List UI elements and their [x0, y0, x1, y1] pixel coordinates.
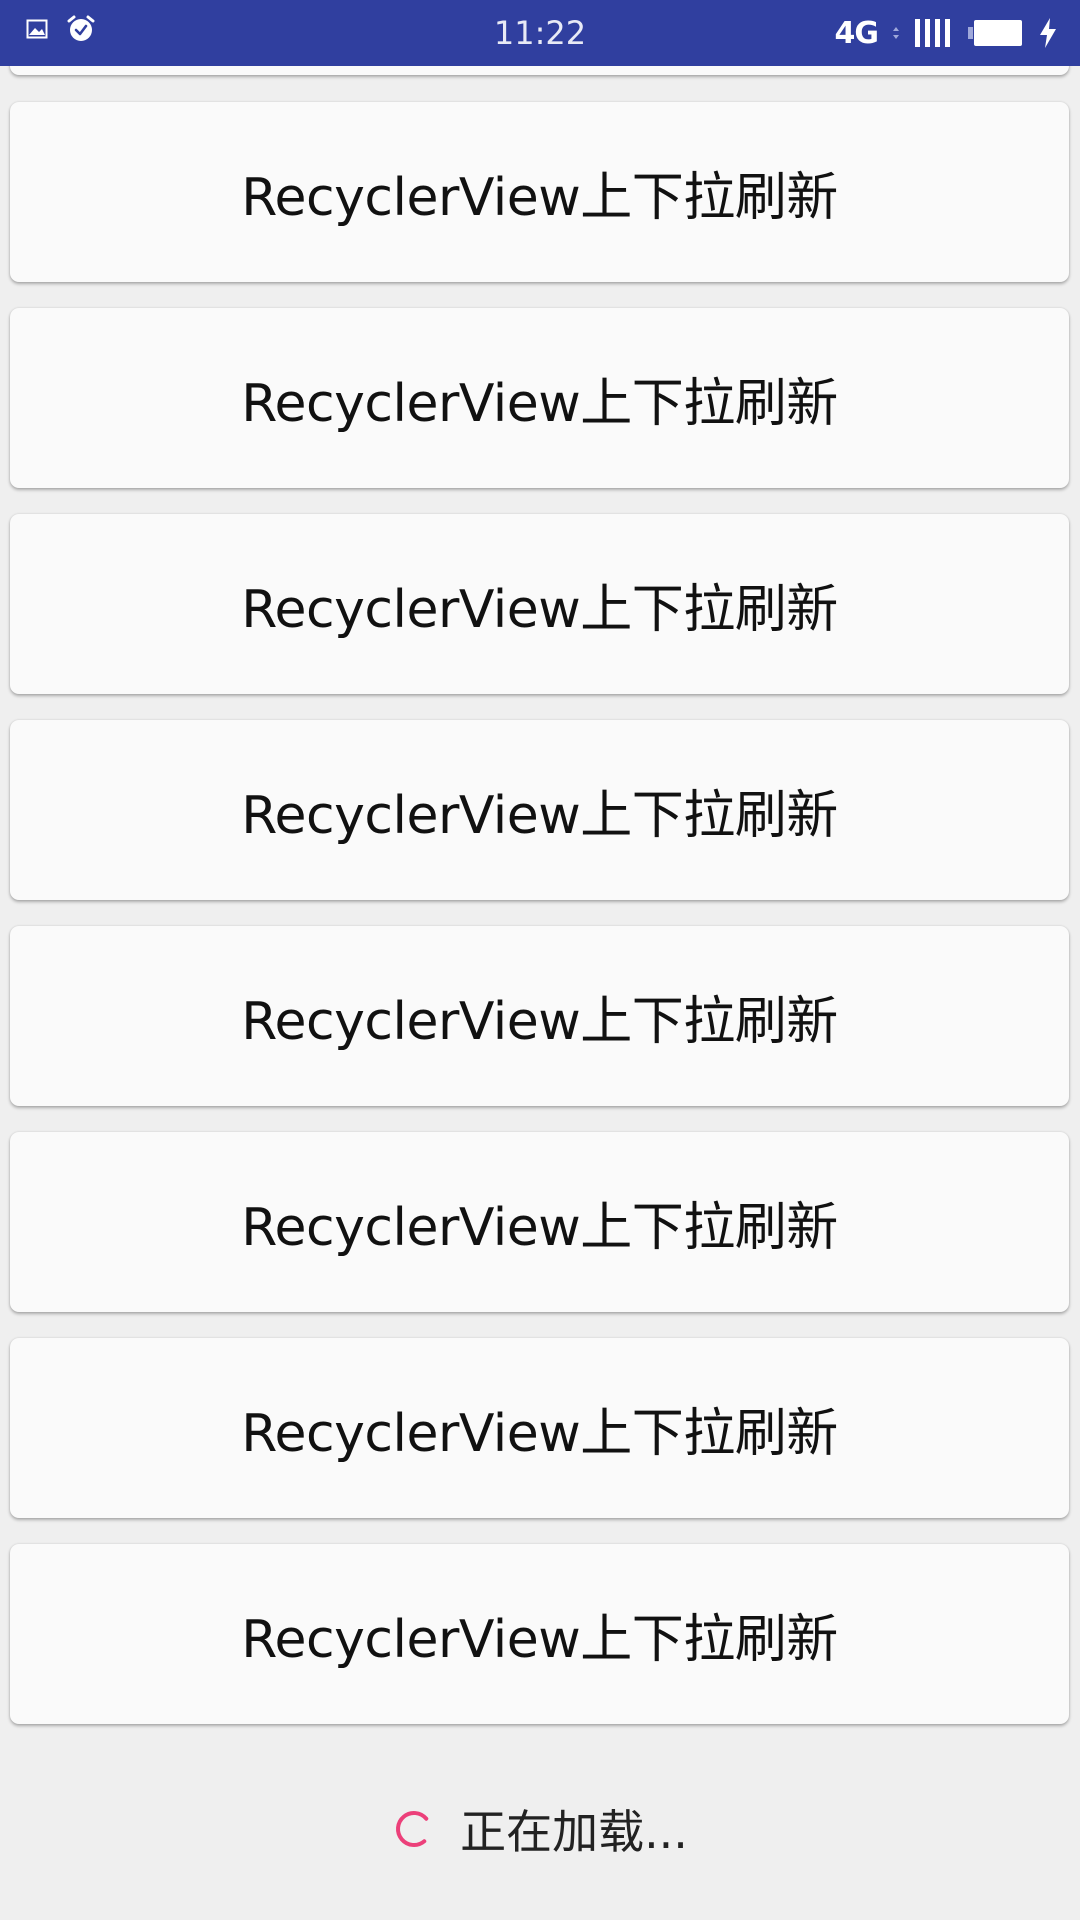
data-activity-icon	[893, 27, 899, 39]
list-item-label: RecyclerView上下拉刷新	[241, 1609, 838, 1670]
list-item[interactable]: RecyclerView上下拉刷新	[10, 926, 1069, 1106]
list-item[interactable]: RecyclerView上下拉刷新	[10, 308, 1069, 488]
list-item-label: RecyclerView上下拉刷新	[241, 579, 838, 640]
list-item[interactable]: RecyclerView上下拉刷新	[10, 1132, 1069, 1312]
list-item-label: RecyclerView上下拉刷新	[241, 373, 838, 434]
image-icon	[26, 19, 48, 39]
list-item[interactable]: RecyclerView上下拉刷新	[10, 102, 1069, 282]
alarm-icon	[67, 15, 95, 41]
loading-text: 正在加载...	[460, 1805, 688, 1859]
load-more-footer: 正在加载...	[0, 1764, 1080, 1894]
battery-icon	[968, 20, 1022, 46]
list-item[interactable]: RecyclerView上下拉刷新	[10, 514, 1069, 694]
charging-icon	[1040, 18, 1056, 48]
status-bar: 11:22 4G	[0, 0, 1080, 66]
list-item-label: RecyclerView上下拉刷新	[241, 1403, 838, 1464]
list-item-label: RecyclerView上下拉刷新	[241, 991, 838, 1052]
list-item-label: RecyclerView上下拉刷新	[241, 1197, 838, 1258]
list-item[interactable]: RecyclerView上下拉刷新	[10, 1544, 1069, 1724]
loading-spinner-icon	[396, 1811, 429, 1847]
list-item[interactable]: RecyclerView上下拉刷新	[10, 720, 1069, 900]
list-item[interactable]: RecyclerView上下拉刷新	[10, 1338, 1069, 1518]
list-item-label: RecyclerView上下拉刷新	[241, 785, 838, 846]
list-item-label: RecyclerView上下拉刷新	[241, 167, 838, 228]
signal-icon	[915, 19, 950, 47]
network-type: 4G	[834, 15, 879, 51]
